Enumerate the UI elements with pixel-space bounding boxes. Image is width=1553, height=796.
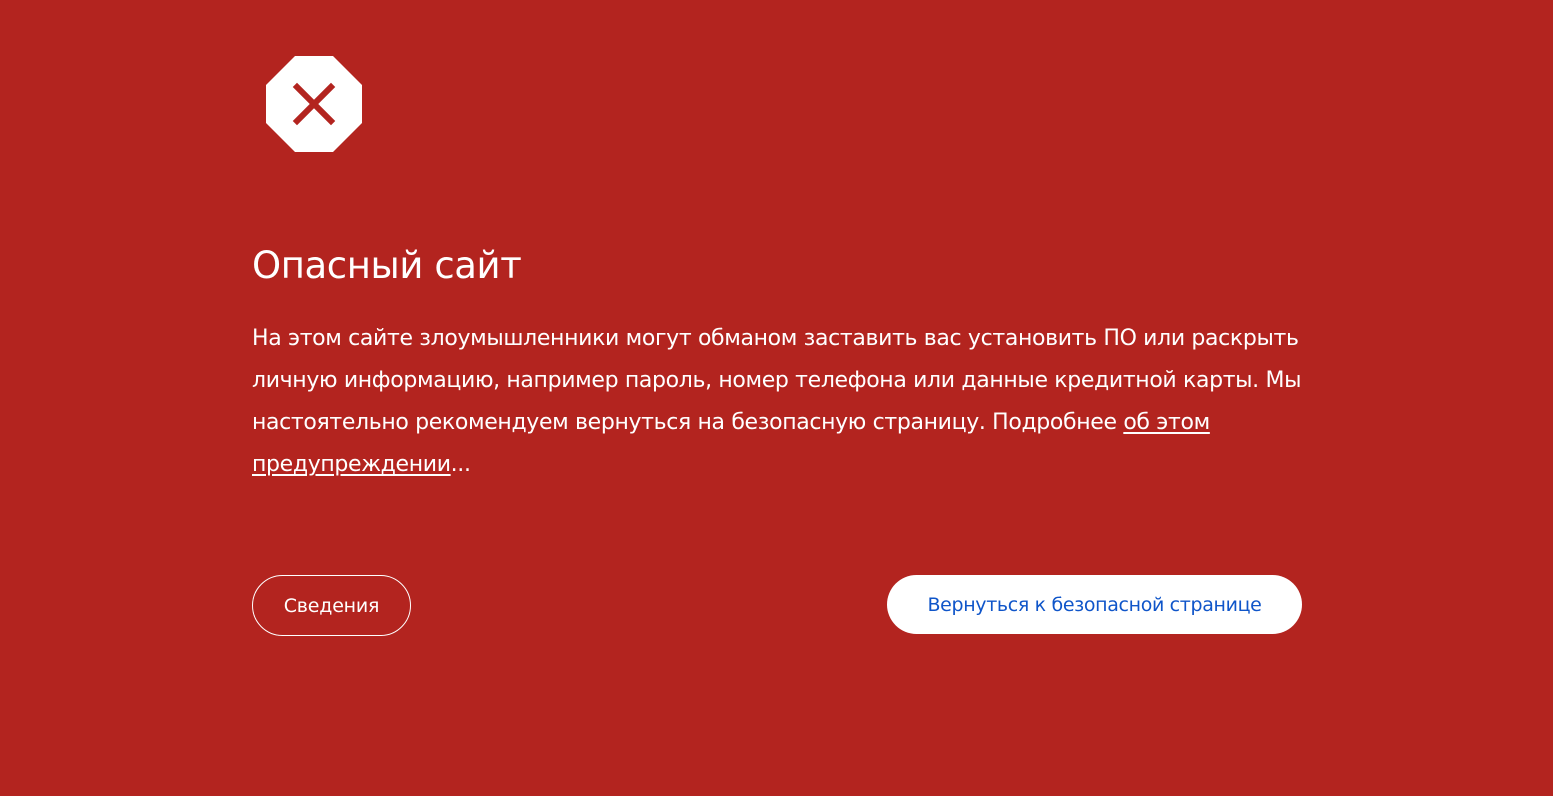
unsafe-site-stop-icon [266, 56, 362, 152]
warning-message-suffix: ... [450, 452, 471, 477]
back-to-safety-button[interactable]: Вернуться к безопасной странице [887, 575, 1302, 634]
unsafe-site-warning-page: Опасный сайт На этом сайте злоумышленник… [0, 0, 1553, 796]
warning-message: На этом сайте злоумышленники могут обман… [252, 318, 1327, 486]
page-title: Опасный сайт [252, 244, 522, 287]
details-button[interactable]: Сведения [252, 575, 411, 636]
